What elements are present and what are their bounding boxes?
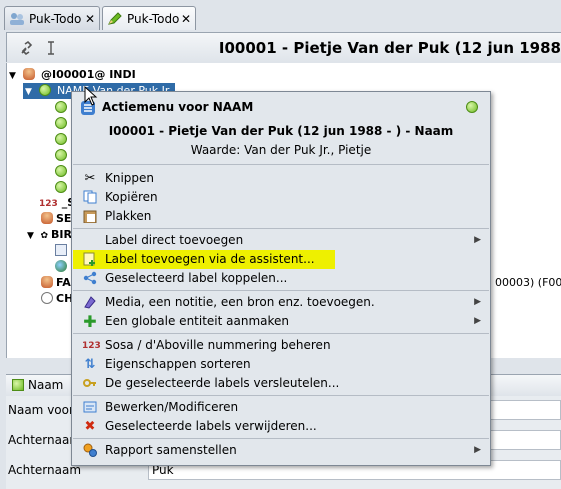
menu-header: Actiemenu voor NAAM I00001 - Pietje Van … bbox=[72, 92, 490, 162]
create-global-entity-menu-item[interactable]: ✚ Een globale entiteit aanmaken ▶ bbox=[73, 312, 489, 331]
birth-icon: ✿ bbox=[40, 231, 49, 241]
action-context-menu: Actiemenu voor NAAM I00001 - Pietje Van … bbox=[71, 91, 491, 466]
sex-icon bbox=[41, 212, 53, 224]
add-label-assistant-menu-item[interactable]: Label toevoegen via de assistent... bbox=[73, 250, 335, 269]
copy-icon bbox=[82, 190, 98, 206]
tree-row-suffix: 00003) (F00 bbox=[495, 276, 561, 289]
numbering-icon: 123 bbox=[82, 341, 101, 351]
edit-icon bbox=[82, 400, 98, 416]
bubble-icon bbox=[55, 133, 67, 145]
link-selected-label-menu-item[interactable]: Geselecteerd label koppelen... bbox=[73, 269, 489, 288]
copy-menu-item[interactable]: Kopiëren bbox=[73, 188, 489, 207]
tree-row[interactable]: 123 _S bbox=[39, 195, 75, 211]
menu-subtitle: I00001 - Pietje Van der Puk (12 jun 1988… bbox=[108, 124, 454, 138]
expand-arrow-icon[interactable]: ▼ bbox=[27, 228, 37, 244]
menu-divider bbox=[73, 333, 489, 334]
field-label: Naam voor bbox=[8, 403, 74, 417]
submenu-arrow-icon: ▶ bbox=[474, 297, 481, 307]
media-icon bbox=[82, 295, 98, 311]
tab-puk-todo-1[interactable]: Puk-Todo ✕ bbox=[4, 6, 100, 30]
name-icon bbox=[12, 379, 24, 391]
tree-row[interactable]: FA bbox=[41, 275, 71, 291]
key-icon bbox=[82, 376, 98, 392]
clock-icon bbox=[41, 292, 53, 304]
link-icon[interactable] bbox=[19, 40, 35, 56]
menu-title: Actiemenu voor NAAM bbox=[102, 100, 254, 114]
add-label-icon bbox=[82, 252, 98, 268]
menu-divider bbox=[73, 395, 489, 396]
individual-icon bbox=[22, 68, 35, 80]
tab-bar: Puk-Todo ✕ Puk-Todo ✕ bbox=[0, 0, 561, 32]
cut-menu-item[interactable]: ✂ Knippen bbox=[73, 169, 489, 188]
clipboard-icon bbox=[82, 209, 98, 225]
plus-icon: ✚ bbox=[83, 312, 97, 331]
tree-row[interactable]: CH bbox=[41, 291, 73, 307]
close-icon[interactable]: ✕ bbox=[181, 12, 191, 26]
bubble-icon bbox=[55, 117, 67, 129]
add-label-direct-menu-item[interactable]: Label direct toevoegen ▶ bbox=[73, 231, 489, 250]
globe-icon bbox=[55, 260, 67, 272]
bubble-icon bbox=[55, 149, 67, 161]
tree-row[interactable]: SE bbox=[41, 211, 71, 227]
mouse-pointer-icon bbox=[84, 85, 98, 109]
report-icon bbox=[82, 443, 98, 459]
submenu-arrow-icon: ▶ bbox=[474, 445, 481, 455]
expand-arrow-icon[interactable]: ▼ bbox=[9, 68, 19, 84]
page-title: I00001 - Pietje Van der Puk (12 jun 1988 bbox=[218, 39, 561, 57]
tab-label: Puk-Todo bbox=[29, 11, 82, 26]
menu-divider bbox=[73, 438, 489, 439]
share-icon bbox=[82, 271, 98, 287]
sosa-numbering-menu-item[interactable]: 123 Sosa / d'Aboville nummering beheren bbox=[73, 336, 489, 355]
numbering-icon: 123 bbox=[39, 199, 58, 209]
expand-arrow-icon[interactable]: ▼ bbox=[25, 84, 35, 100]
text-cursor-icon[interactable] bbox=[43, 40, 59, 56]
submenu-arrow-icon: ▶ bbox=[474, 235, 481, 245]
submenu-arrow-icon: ▶ bbox=[474, 316, 481, 326]
tree-root[interactable]: ▼ @I00001@ INDI bbox=[9, 67, 136, 83]
menu-value-line: Waarde: Van der Puk Jr., Pietje bbox=[190, 143, 372, 157]
delete-labels-menu-item[interactable]: ✖ Geselecteerde labels verwijderen... bbox=[73, 417, 489, 436]
pencil-icon bbox=[107, 11, 123, 26]
paste-menu-item[interactable]: Plakken bbox=[73, 207, 489, 226]
tab-label: Puk-Todo bbox=[127, 11, 180, 26]
sort-icon: ⇅ bbox=[84, 357, 96, 372]
people-icon bbox=[9, 12, 25, 26]
tab-puk-todo-2[interactable]: Puk-Todo ✕ bbox=[102, 6, 196, 30]
tree-row[interactable]: ▼ ✿ BIR bbox=[27, 227, 72, 243]
bubble-icon bbox=[466, 100, 481, 114]
sort-properties-menu-item[interactable]: ⇅ Eigenschappen sorteren bbox=[73, 355, 489, 374]
menu-divider bbox=[73, 290, 489, 291]
close-icon[interactable]: ✕ bbox=[85, 12, 95, 26]
scissors-icon: ✂ bbox=[84, 171, 96, 186]
bubble-icon bbox=[55, 101, 67, 113]
add-media-menu-item[interactable]: Media, een notitie, een bron enz. toevoe… bbox=[73, 293, 489, 312]
menu-divider bbox=[73, 228, 489, 229]
edit-menu-item[interactable]: Bewerken/Modificeren bbox=[73, 398, 489, 417]
bubble-icon bbox=[55, 181, 67, 193]
encrypt-labels-menu-item[interactable]: De geselecteerde labels versleutelen... bbox=[73, 374, 489, 393]
build-report-menu-item[interactable]: Rapport samenstellen ▶ bbox=[73, 441, 489, 460]
name-icon bbox=[38, 84, 51, 96]
menu-divider bbox=[73, 164, 489, 165]
delete-icon: ✖ bbox=[84, 419, 96, 434]
bubble-icon bbox=[55, 165, 67, 177]
family-icon bbox=[41, 276, 53, 288]
date-icon bbox=[55, 244, 67, 256]
toolbar: I00001 - Pietje Van der Puk (12 jun 1988 bbox=[6, 32, 561, 62]
child-icons bbox=[55, 244, 70, 272]
child-icons bbox=[55, 101, 70, 197]
